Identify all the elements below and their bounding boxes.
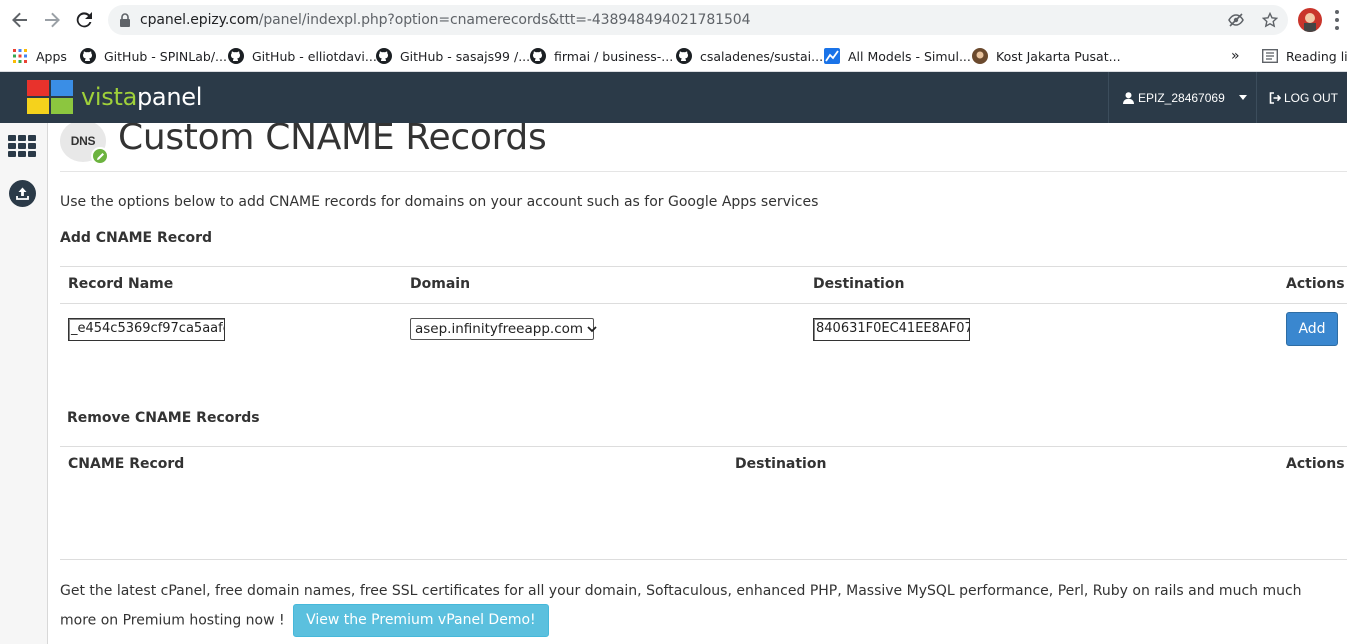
- bookmark-firmai[interactable]: firmai / business-...: [530, 46, 673, 66]
- bookmark-github-elliotdavi[interactable]: GitHub - elliotdavi...: [228, 46, 377, 66]
- bookmark-github-sasajs99[interactable]: GitHub - sasajs99 /...: [376, 46, 530, 66]
- upload-icon[interactable]: [9, 180, 36, 207]
- divider: [60, 266, 1347, 267]
- column-header-cname-record: CNAME Record: [68, 456, 185, 472]
- remove-cname-heading: Remove CNAME Records: [67, 410, 260, 426]
- premium-promo: Get the latest cPanel, free domain names…: [60, 579, 1340, 637]
- github-icon: [228, 48, 244, 64]
- username-label: EPIZ_28467069: [1138, 90, 1225, 105]
- apps-grid-icon[interactable]: [8, 135, 36, 157]
- github-icon: [376, 48, 392, 64]
- bookmark-apps[interactable]: Apps: [12, 46, 67, 66]
- profile-avatar[interactable]: [1298, 8, 1322, 32]
- left-sidebar: [0, 123, 48, 644]
- column-header-destination: Destination: [813, 276, 905, 292]
- address-bar[interactable]: cpanel.epizy.com/panel/indexpl.php?optio…: [108, 5, 1288, 35]
- column-header-destination: Destination: [735, 456, 827, 472]
- domain-select[interactable]: asep.infinityfreeapp.com: [410, 318, 597, 340]
- main-content: DNS Custom CNAME Records Use the options…: [48, 123, 1347, 644]
- apps-grid-icon: [12, 48, 28, 64]
- github-icon: [530, 48, 546, 64]
- avatar-icon: [972, 48, 988, 64]
- column-header-record-name: Record Name: [68, 276, 174, 292]
- user-account-menu[interactable]: EPIZ_28467069: [1108, 72, 1256, 123]
- intro-text: Use the options below to add CNAME recor…: [60, 194, 819, 210]
- domain-selected-value: asep.infinityfreeapp.com: [415, 321, 584, 337]
- reading-list-button[interactable]: Reading list: [1262, 46, 1347, 66]
- divider: [60, 446, 1347, 447]
- eye-off-icon[interactable]: [1228, 12, 1244, 31]
- browser-menu-icon[interactable]: [1334, 10, 1340, 30]
- user-icon: [1123, 91, 1134, 104]
- bookmark-all-models[interactable]: All Models - Simul...: [824, 46, 971, 66]
- more-bookmarks-button[interactable]: »: [1231, 46, 1240, 66]
- chart-icon: [824, 48, 840, 64]
- lock-icon[interactable]: [118, 13, 132, 27]
- logout-label: LOG OUT: [1284, 90, 1339, 105]
- reload-icon[interactable]: [72, 8, 96, 32]
- bookmark-csaladenes[interactable]: csaladenes/sustai...: [676, 46, 823, 66]
- premium-demo-button[interactable]: View the Premium vPanel Demo!: [293, 604, 549, 637]
- add-cname-heading: Add CNAME Record: [60, 230, 213, 246]
- column-header-actions: Actions: [1286, 276, 1345, 292]
- add-button[interactable]: Add: [1286, 312, 1338, 346]
- forward-arrow-icon[interactable]: [40, 8, 64, 32]
- bookmark-kost-jakarta[interactable]: Kost Jakarta Pusat...: [972, 46, 1121, 66]
- bookmark-star-icon[interactable]: [1261, 11, 1279, 31]
- column-header-actions: Actions: [1286, 456, 1345, 472]
- github-icon: [676, 48, 692, 64]
- chevron-down-icon: [587, 324, 597, 334]
- destination-input[interactable]: 840631F0EC41EE8AF07: [813, 318, 970, 341]
- chevron-down-icon: [1238, 95, 1247, 100]
- logout-icon: [1269, 91, 1281, 104]
- promo-text: Get the latest cPanel, free domain names…: [60, 583, 1302, 629]
- logout-button[interactable]: LOG OUT: [1256, 72, 1347, 123]
- github-icon: [80, 48, 96, 64]
- browser-toolbar: cpanel.epizy.com/panel/indexpl.php?optio…: [0, 0, 1347, 40]
- divider: [60, 303, 1347, 304]
- pencil-icon: [91, 147, 109, 165]
- vistapanel-logo[interactable]: vistapanel: [27, 80, 202, 114]
- back-arrow-icon[interactable]: [8, 8, 32, 32]
- divider: [60, 171, 1347, 172]
- column-header-domain: Domain: [410, 276, 471, 292]
- divider: [60, 559, 1347, 560]
- logo-wordmark: vistapanel: [81, 83, 203, 111]
- bookmark-github-spinlab[interactable]: GitHub - SPINLab/...: [80, 46, 227, 66]
- page-title: Custom CNAME Records: [118, 123, 547, 158]
- reading-list-icon: [1262, 48, 1278, 64]
- record-name-input[interactable]: _e454c5369cf97ca5aafe: [68, 318, 225, 341]
- logo-squares-icon: [27, 80, 75, 114]
- url-text[interactable]: cpanel.epizy.com/panel/indexpl.php?optio…: [140, 12, 750, 28]
- bookmarks-bar: Apps GitHub - SPINLab/... GitHub - ellio…: [0, 40, 1347, 72]
